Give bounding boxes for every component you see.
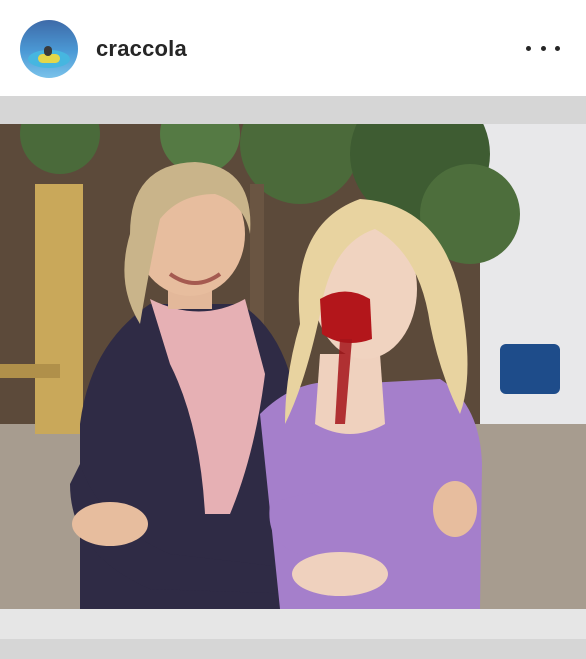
photo-illustration xyxy=(0,124,586,609)
more-options-icon[interactable] xyxy=(526,38,560,58)
avatar[interactable] xyxy=(20,20,78,78)
post-header: craccola xyxy=(0,0,586,96)
username-link[interactable]: craccola xyxy=(96,36,187,62)
post-photo[interactable] xyxy=(0,124,586,609)
figure-shape xyxy=(44,46,52,56)
photo-bottom-strip xyxy=(0,609,586,639)
